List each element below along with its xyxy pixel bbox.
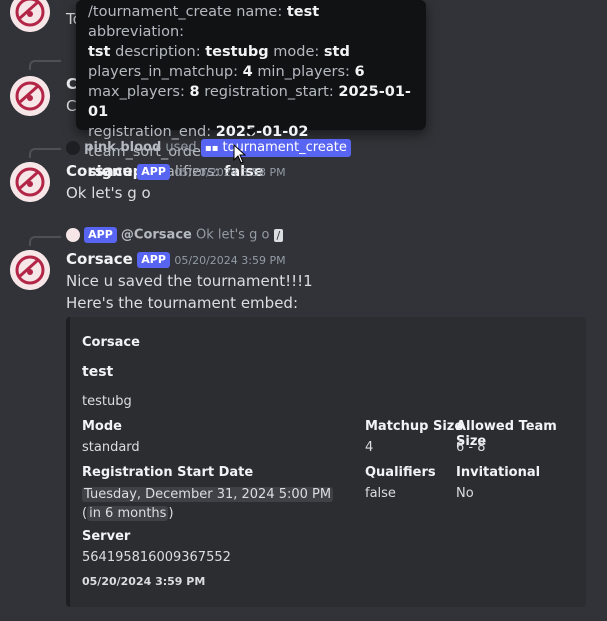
param-value: test (286, 4, 320, 20)
message-text: Nice u saved the tournament!!!1 (66, 272, 313, 290)
tooltip-command: /tournament_create (88, 4, 232, 20)
param-key: min_players: (257, 64, 350, 80)
param-value: 4 (242, 64, 253, 80)
embed-footer: 05/20/2024 3:59 PM (82, 575, 206, 588)
app-badge: APP (84, 227, 117, 243)
author-name[interactable]: Corsace (66, 250, 133, 268)
param-value: 6 (354, 64, 365, 80)
reply-preview[interactable]: APP @Corsace Ok let's g o / (66, 227, 284, 243)
tooltip-arrow (244, 129, 258, 136)
embed-title: test (82, 364, 114, 380)
param-value: tst (88, 44, 111, 60)
mouse-cursor-icon (233, 144, 247, 164)
small-avatar[interactable] (66, 228, 80, 242)
param-key: max_players: (88, 84, 185, 100)
command-tooltip: /tournament_create name: test abbreviati… (76, 0, 426, 180)
field-value: 564195816009367552 (82, 550, 231, 565)
field-name: Mode (82, 419, 122, 434)
avatar[interactable] (10, 250, 50, 290)
param-key: description: (115, 44, 201, 60)
field-value: Tuesday, December 31, 2024 5:00 PM (in 6… (82, 485, 342, 523)
param-value: 8 (189, 84, 200, 100)
field-value: false (365, 486, 396, 501)
app-badge: APP (137, 164, 170, 180)
avatar[interactable] (10, 162, 50, 202)
message-text: Here's the tournament embed: (66, 294, 298, 312)
field-value: No (456, 486, 474, 501)
avatar[interactable] (10, 76, 50, 116)
embed-author: Corsace (82, 335, 140, 350)
timestamp[interactable]: 05/20/2024 3:59 PM (174, 254, 285, 267)
reply-connector (29, 148, 61, 158)
reply-text: Ok let's g o (195, 227, 270, 243)
timestamp[interactable]: 05/20/2024 3:58 PM (174, 166, 285, 179)
message-header: Corsace APP 05/20/2024 3:59 PM (66, 250, 286, 268)
field-value: 6 - 8 (456, 440, 486, 455)
field-name: Server (82, 529, 131, 544)
edited-icon: / (273, 228, 284, 242)
paren: ) (168, 506, 174, 521)
field-name: Matchup Size (365, 419, 464, 434)
param-key: registration_end: (88, 124, 212, 140)
small-avatar[interactable] (66, 140, 80, 155)
avatar[interactable] (10, 0, 50, 32)
message-text: Ok let's g o (66, 184, 151, 202)
reply-username[interactable]: @Corsace (121, 228, 192, 243)
param-value: std (323, 44, 350, 60)
param-value: testubg (205, 44, 269, 60)
param-key: mode: (273, 44, 320, 60)
command-chip[interactable]: ▪▪ tournament_create (200, 139, 351, 157)
reply-username[interactable]: pink blood (84, 140, 161, 155)
reply-connector (29, 60, 61, 70)
author-name[interactable]: Corsace (66, 162, 133, 180)
reply-used-text: used (165, 140, 197, 155)
field-name: Invitational (456, 465, 541, 480)
param-key: players_in_matchup: (88, 64, 238, 80)
reply-connector (29, 236, 61, 246)
param-key: abbreviation: (88, 24, 185, 40)
param-value: 2025-01-02 (215, 124, 309, 140)
timestamp-tag[interactable]: Tuesday, December 31, 2024 5:00 PM (82, 487, 334, 502)
slash-command-icon: ▪▪ (204, 143, 219, 154)
message-text: C (66, 97, 77, 115)
param-key: registration_start: (204, 84, 334, 100)
embed-description: testubg (82, 394, 132, 409)
message-header: Corsace APP 05/20/2024 3:58 PM (66, 162, 286, 180)
field-value: standard (82, 440, 140, 455)
field-name: Qualifiers (365, 465, 436, 480)
relative-timestamp-tag[interactable]: in 6 months (87, 506, 169, 521)
field-name: Registration Start Date (82, 465, 254, 480)
field-value: 4 (365, 440, 374, 455)
tournament-embed: Corsace test testubg Mode standard Match… (66, 317, 586, 607)
param-key: name: (236, 4, 283, 20)
command-reply-line: pink blood used ▪▪ tournament_create (66, 139, 351, 157)
app-badge: APP (137, 252, 170, 268)
